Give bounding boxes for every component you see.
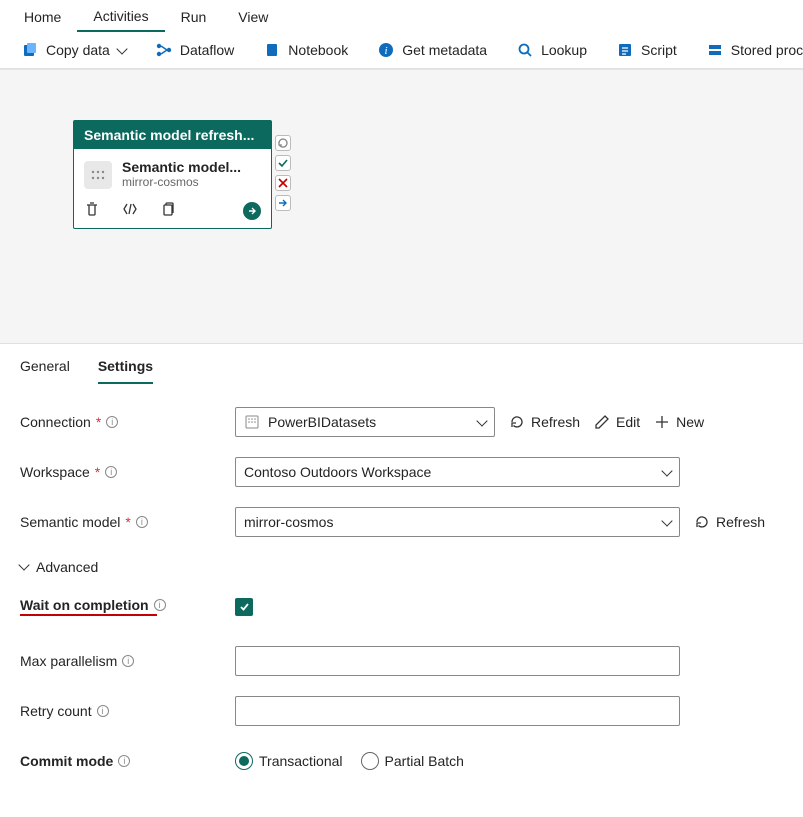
commit-mode-label: Commit modei (20, 753, 235, 769)
script-button[interactable]: Script (603, 38, 691, 62)
info-icon[interactable]: i (122, 655, 134, 667)
highlight-underline (20, 614, 157, 617)
info-icon[interactable]: i (97, 705, 109, 717)
tab-view[interactable]: View (222, 0, 284, 32)
notebook-icon (264, 42, 280, 58)
activities-toolbar: Copy data Dataflow Notebook i Get metada… (0, 32, 803, 69)
pipeline-canvas[interactable]: Semantic model refresh... Semantic model… (0, 69, 803, 344)
semantic-model-select[interactable]: mirror-cosmos (235, 507, 680, 537)
delete-icon[interactable] (84, 201, 100, 220)
mode-tabs: Home Activities Run View (0, 0, 803, 32)
port-skip[interactable] (275, 195, 291, 211)
node-body: Semantic model... mirror-cosmos (74, 149, 271, 195)
edit-icon (594, 414, 610, 430)
activity-node[interactable]: Semantic model refresh... Semantic model… (73, 120, 272, 229)
script-icon (617, 42, 633, 58)
node-title: Semantic model... (122, 159, 241, 175)
retry-count-input[interactable] (235, 696, 680, 726)
port-fail[interactable] (275, 175, 291, 191)
commit-mode-partial-batch-radio[interactable]: Partial Batch (361, 752, 464, 770)
chevron-down-icon (18, 559, 29, 570)
info-icon[interactable]: i (105, 466, 117, 478)
workspace-label: Workspace*i (20, 464, 235, 480)
tab-home[interactable]: Home (8, 0, 77, 32)
chevron-down-icon (661, 465, 672, 476)
plus-icon (654, 414, 670, 430)
refresh-connection-button[interactable]: Refresh (509, 414, 580, 430)
get-metadata-button[interactable]: i Get metadata (364, 38, 501, 62)
tab-general[interactable]: General (20, 354, 70, 384)
wait-label: Wait on completion i (20, 597, 235, 617)
lookup-button[interactable]: Lookup (503, 38, 601, 62)
connection-label: Connection*i (20, 414, 235, 430)
info-icon[interactable]: i (154, 599, 166, 611)
refresh-icon (694, 514, 710, 530)
chevron-down-icon (476, 415, 487, 426)
wait-checkbox[interactable] (235, 598, 253, 616)
node-subtitle: mirror-cosmos (122, 175, 241, 189)
semantic-model-label: Semantic model*i (20, 514, 235, 530)
chevron-down-icon (116, 43, 127, 54)
grab-handle-icon (84, 161, 112, 189)
code-icon[interactable] (122, 201, 138, 220)
svg-text:i: i (385, 45, 388, 57)
tab-run[interactable]: Run (165, 0, 223, 32)
refresh-models-button[interactable]: Refresh (694, 514, 765, 530)
stored-proc-icon (707, 42, 723, 58)
properties-panel: General Settings Connection*i PowerBIDat… (0, 344, 803, 817)
node-footer (74, 195, 271, 228)
new-connection-button[interactable]: New (654, 414, 704, 430)
max-parallelism-label: Max parallelismi (20, 653, 235, 669)
copy-data-icon (22, 42, 38, 58)
stored-procedure-button[interactable]: Stored proced (693, 38, 803, 62)
search-icon (517, 42, 533, 58)
tab-settings[interactable]: Settings (98, 354, 153, 384)
max-parallelism-input[interactable] (235, 646, 680, 676)
connection-select[interactable]: PowerBIDatasets (235, 407, 495, 437)
copy-data-button[interactable]: Copy data (8, 38, 140, 62)
edit-connection-button[interactable]: Edit (594, 414, 640, 430)
workspace-select[interactable]: Contoso Outdoors Workspace (235, 457, 680, 487)
retry-count-label: Retry counti (20, 703, 235, 719)
commit-mode-transactional-radio[interactable]: Transactional (235, 752, 343, 770)
node-output-ports (275, 135, 291, 211)
chevron-down-icon (661, 515, 672, 526)
info-icon[interactable]: i (136, 516, 148, 528)
info-icon[interactable]: i (106, 416, 118, 428)
notebook-button[interactable]: Notebook (250, 38, 362, 62)
port-completion[interactable] (275, 135, 291, 151)
refresh-icon (509, 414, 525, 430)
info-icon: i (378, 42, 394, 58)
tab-activities[interactable]: Activities (77, 0, 164, 32)
info-icon[interactable]: i (118, 755, 130, 767)
port-success[interactable] (275, 155, 291, 171)
run-icon[interactable] (243, 202, 261, 220)
panel-tabs: General Settings (0, 344, 803, 384)
advanced-toggle[interactable]: Advanced (20, 559, 98, 575)
dataflow-icon (156, 42, 172, 58)
node-header: Semantic model refresh... (74, 121, 271, 149)
dataset-icon (244, 414, 260, 430)
dataflow-button[interactable]: Dataflow (142, 38, 248, 62)
copy-icon[interactable] (160, 201, 176, 220)
